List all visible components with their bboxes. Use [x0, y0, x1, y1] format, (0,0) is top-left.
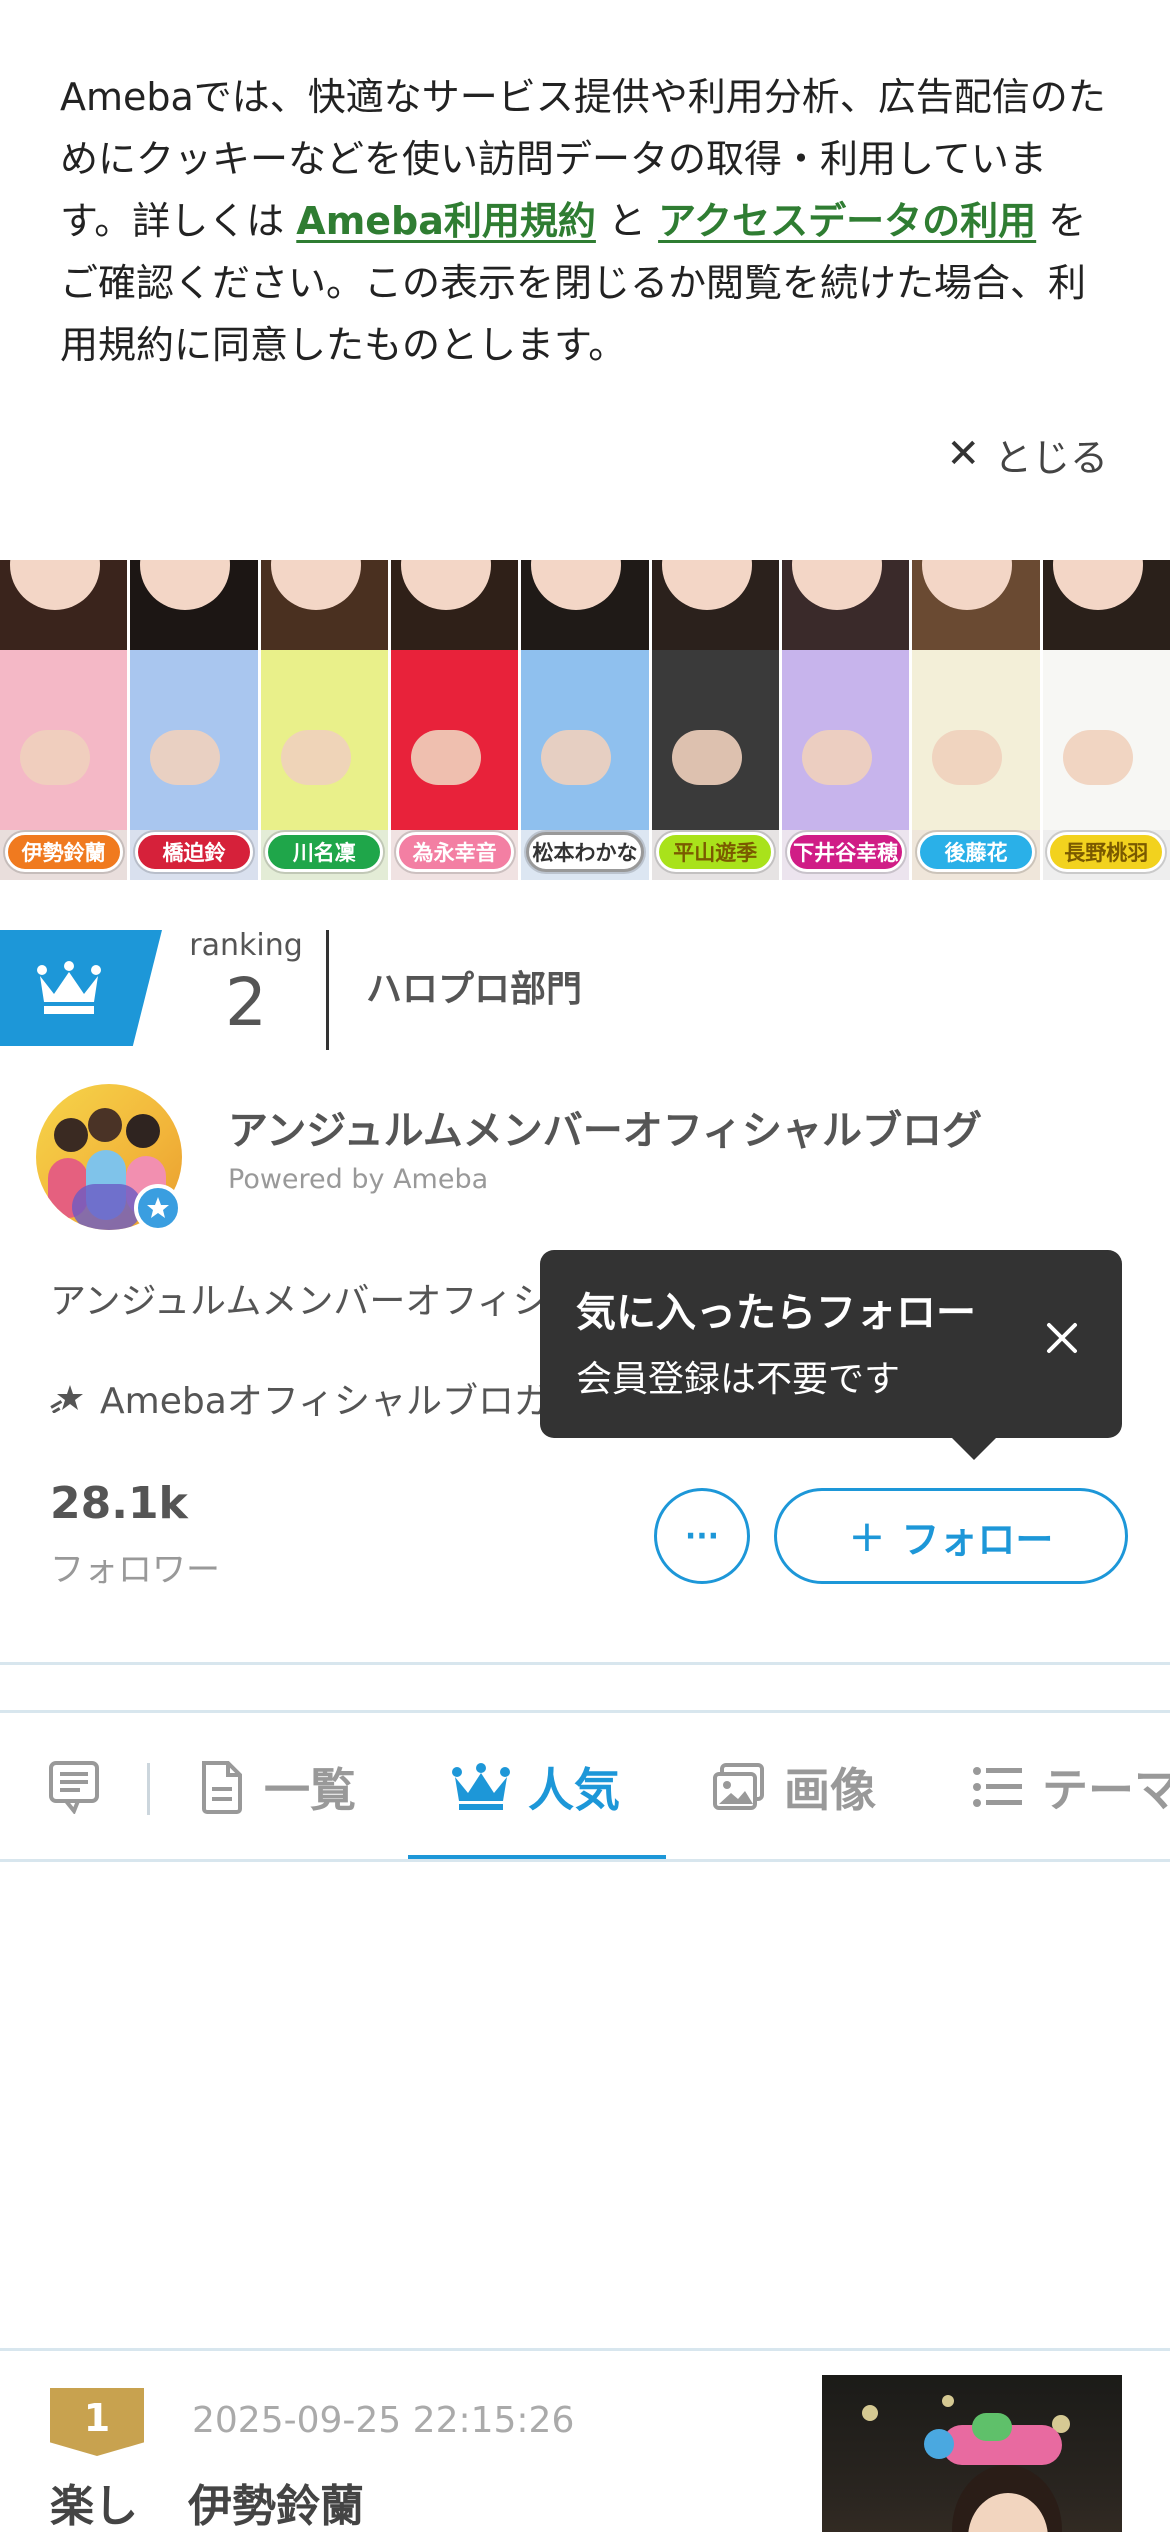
entry-rank-badge: 1 — [50, 2388, 144, 2456]
tab-popular[interactable]: 人気 — [452, 1713, 620, 1861]
official-badge-icon — [134, 1184, 182, 1232]
ranking-number: 2 — [225, 964, 267, 1041]
crown-icon — [452, 1763, 510, 1810]
followers-count: 28.1k — [50, 1478, 188, 1529]
header-banner-image: 伊勢鈴蘭 橋迫鈴 川名凜 為永幸音 松本わかな 平山遊季 下井谷幸穂 後藤花 長野桃羽 — [0, 560, 1170, 880]
ranking-row[interactable]: ranking 2 ハロプロ部門 — [0, 928, 1170, 1052]
member-photo: 伊勢鈴蘭 — [0, 560, 131, 880]
divider — [0, 1859, 1170, 1862]
member-photo: 橋迫鈴 — [130, 560, 261, 880]
tab-separator — [147, 1763, 150, 1815]
member-name-tag: 為永幸音 — [395, 832, 514, 872]
cookie-banner: Amebaでは、快適なサービス提供や利用分析、広告配信のためにクッキーなどを使い… — [0, 0, 1170, 560]
followers-label: フォロワー — [50, 1550, 220, 1590]
member-name-tag: 伊勢鈴蘭 — [4, 832, 123, 872]
blog-description: アンジュルムメンバーオフィシ — [50, 1281, 549, 1322]
divider — [0, 1662, 1170, 1665]
follow-button[interactable]: + フォロー — [774, 1488, 1128, 1584]
ranking-divider — [326, 930, 329, 1050]
close-label: とじる — [993, 435, 1108, 480]
tab-themes-label: テーマ — [1042, 1763, 1170, 1817]
follow-tooltip: 気に入ったらフォロー 会員登録は不要です — [540, 1250, 1122, 1460]
tooltip-title: 気に入ったらフォロー — [576, 1290, 976, 1336]
plus-icon: + — [848, 1510, 886, 1562]
crown-icon — [37, 961, 101, 1014]
entry-title[interactable]: 楽し 伊勢鈴蘭 — [50, 2470, 364, 2532]
member-name-tag: 後藤花 — [916, 832, 1035, 872]
terms-link[interactable]: Ameba利用規約 — [296, 199, 596, 243]
access-data-link[interactable]: アクセスデータの利用 — [658, 199, 1036, 243]
more-options-button[interactable]: ··· — [654, 1488, 750, 1584]
member-name-tag: 川名凜 — [265, 832, 384, 872]
close-icon: ✕ — [946, 431, 980, 477]
member-name-tag: 平山遊季 — [656, 832, 775, 872]
member-photo: 為永幸音 — [390, 560, 522, 880]
document-icon — [202, 1761, 242, 1814]
member-name-tag: 松本わかな — [525, 832, 644, 872]
tab-list[interactable]: 一覧 — [198, 1713, 356, 1861]
tab-themes[interactable]: テーマ — [972, 1713, 1170, 1861]
tooltip-subtitle: 会員登録は不要です — [576, 1359, 901, 1400]
entry-date: 2025-09-25 22:15:26 — [192, 2400, 575, 2441]
member-photo: 松本わかな — [521, 560, 652, 880]
sparkle-star-icon — [50, 1385, 83, 1413]
member-photo: 後藤花 — [912, 560, 1043, 880]
member-name-tag: 下井谷幸穂 — [786, 832, 905, 872]
ranking-badge — [0, 930, 162, 1046]
tab-popular-label: 人気 — [528, 1763, 620, 1817]
list-icon — [973, 1767, 1022, 1807]
image-icon — [713, 1763, 764, 1810]
follow-label: フォロー — [901, 1517, 1054, 1562]
member-photo: 長野桃羽 — [1042, 560, 1170, 880]
tab-images[interactable]: 画像 — [712, 1713, 876, 1861]
member-name-tag: 橋迫鈴 — [134, 832, 253, 872]
tab-list-label: 一覧 — [264, 1763, 356, 1817]
member-photo: 下井谷幸穂 — [781, 560, 913, 880]
more-dots-icon: ··· — [684, 1518, 720, 1554]
tooltip-close-icon[interactable] — [1040, 1316, 1084, 1360]
powered-by-label: Powered by Ameba — [228, 1164, 489, 1195]
blog-tabs: 一覧 人気 画像 テーマ — [0, 1713, 1170, 1861]
ranking-label: ranking — [189, 928, 303, 963]
tab-images-label: 画像 — [784, 1763, 876, 1817]
entry-thumbnail[interactable] — [822, 2375, 1122, 2532]
member-name-tag: 長野桃羽 — [1047, 832, 1166, 872]
cookie-close-button[interactable]: ✕ とじる — [946, 424, 1108, 484]
member-photo: 川名凜 — [260, 560, 391, 880]
cookie-notice-text: Amebaでは、快適なサービス提供や利用分析、広告配信のためにクッキーなどを使い… — [60, 75, 1106, 367]
blog-title[interactable]: アンジュルムメンバーオフィシャルブログ — [228, 1098, 982, 1156]
tab-comments[interactable] — [48, 1713, 100, 1861]
entry-author: 伊勢鈴蘭 — [188, 2481, 364, 2532]
divider — [0, 2348, 1170, 2351]
ranking-category: ハロプロ部門 — [366, 969, 583, 1010]
member-photo: 平山遊季 — [651, 560, 782, 880]
official-blogger-label: Amebaオフィシャルブロガ — [50, 1372, 550, 1424]
comment-list-icon — [49, 1761, 99, 1814]
